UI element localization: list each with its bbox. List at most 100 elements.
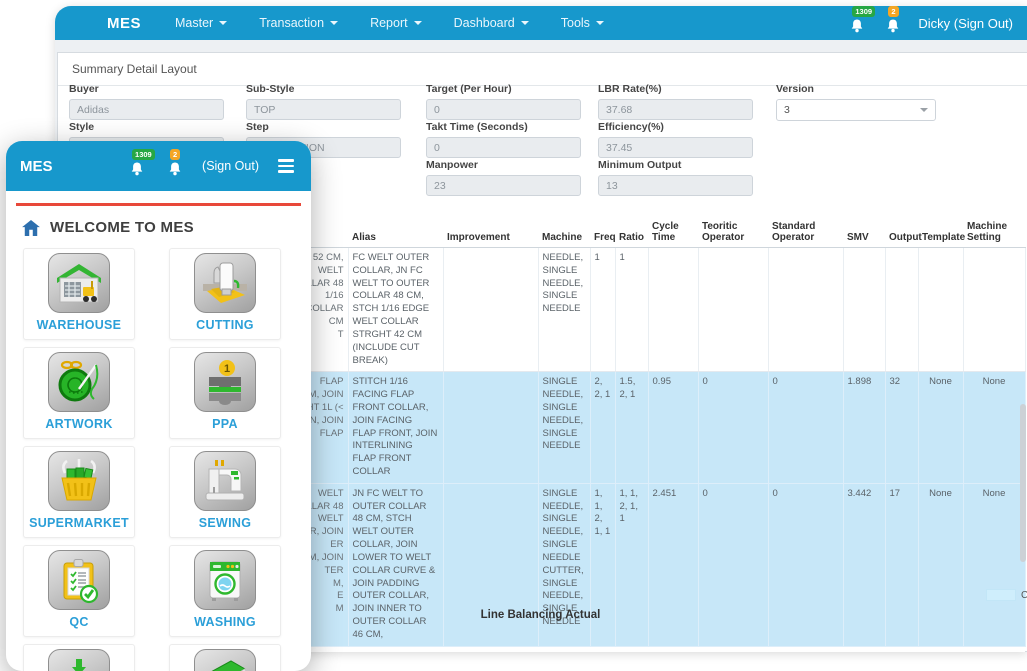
hamburger-menu-icon[interactable]: [275, 156, 297, 176]
tile-cutting[interactable]: CUTTING: [169, 248, 281, 340]
tile-partial-left[interactable]: [23, 644, 135, 671]
cell-empty: [885, 646, 918, 652]
cell-improvement: [443, 483, 539, 647]
overlay-notification-bell-1[interactable]: 1309: [126, 149, 155, 177]
cell-empty: [963, 646, 1025, 652]
table-row-highlighted[interactable]: WELT OLLAR 48 WELT AR, JOIN ER CM, JOIN …: [253, 483, 1026, 647]
cell-smv: 1.898: [843, 371, 886, 484]
minimum-output-label: Minimum Output: [598, 159, 682, 171]
version-label: Version: [776, 83, 814, 95]
cell-cycle-time: [648, 247, 699, 373]
cell-freq: 1, 1, 2, 1, 1: [590, 483, 616, 647]
welcome-header: WELCOME TO MES: [6, 206, 311, 246]
tile-supermarket[interactable]: SUPERMARKET: [23, 446, 135, 538]
operations-table: Alias Improvement Machine Freq Ratio Cyc…: [253, 217, 1026, 652]
cell-template: None: [918, 371, 964, 484]
cell-empty: [443, 646, 538, 652]
col-standard-operator: Standard Operator: [768, 217, 843, 248]
table-total-row: Total 34.080 0 0 39.757: [253, 646, 1025, 652]
cell-freq: 1: [590, 247, 616, 373]
nav-item-report[interactable]: Report: [358, 10, 434, 36]
cell-cycle-time: 2.451: [648, 483, 699, 647]
overlay-sign-out-link[interactable]: (Sign Out): [202, 159, 259, 173]
bell-icon: [888, 19, 899, 33]
legend-swatch: [986, 589, 1016, 601]
panel-title: Summary Detail Layout: [58, 53, 1027, 86]
manpower-input[interactable]: [426, 175, 581, 196]
tray-stack-icon: 1: [194, 352, 256, 412]
cell-ratio: 1: [615, 247, 649, 373]
cell-machine-setting: [963, 247, 1026, 373]
alert-count-badge: 2: [170, 149, 181, 160]
tile-qc[interactable]: QC: [23, 545, 135, 637]
user-sign-out-link[interactable]: Dicky (Sign Out): [918, 16, 1013, 31]
notification-bell-1[interactable]: 1309: [846, 6, 876, 34]
welcome-title: WELCOME TO MES: [50, 219, 194, 236]
tile-partial-right[interactable]: [169, 644, 281, 671]
tile-artwork[interactable]: ARTWORK: [23, 347, 135, 439]
home-icon: [22, 219, 40, 236]
col-improvement: Improvement: [443, 217, 538, 248]
efficiency-input[interactable]: [598, 137, 753, 158]
buyer-label: Buyer: [69, 83, 99, 95]
cell-empty: [918, 646, 963, 652]
lbr-rate-input[interactable]: [598, 99, 753, 120]
nav-item-label: Tools: [560, 16, 590, 30]
sub-style-input[interactable]: [246, 99, 401, 120]
cell-standard: [768, 247, 844, 373]
takt-time-input[interactable]: [426, 137, 581, 158]
cell-machine-setting: None: [963, 483, 1026, 647]
version-select[interactable]: 3: [776, 99, 936, 121]
cell-machine: NEEDLE, SINGLE NEEDLE, SINGLE NEEDLE: [538, 247, 591, 373]
nav-item-master[interactable]: Master: [163, 10, 239, 36]
tile-ppa[interactable]: 1 PPA: [169, 347, 281, 439]
cell-freq: 2, 2, 1: [590, 371, 616, 484]
nav-item-dashboard[interactable]: Dashboard: [442, 10, 541, 36]
nav-item-tools[interactable]: Tools: [549, 10, 616, 36]
buyer-input[interactable]: [69, 99, 224, 120]
module-tile-grid: WAREHOUSE CUTTING ARTWORK 1 PPA SUPERMAR…: [6, 246, 311, 671]
tile-sewing[interactable]: SEWING: [169, 446, 281, 538]
cell-ratio: 1, 1, 2, 1, 1: [615, 483, 649, 647]
tile-warehouse[interactable]: WAREHOUSE: [23, 248, 135, 340]
washing-machine-icon: [194, 550, 256, 610]
tile-washing[interactable]: WASHING: [169, 545, 281, 637]
tile-label: WASHING: [194, 615, 256, 629]
overlay-navbar: MES 1309 2 (Sign Out): [6, 141, 311, 191]
tile-label: SUPERMARKET: [29, 516, 129, 530]
legend-label: Chan: [1021, 589, 1027, 601]
chevron-down-icon: [520, 21, 529, 25]
field-version: Version 3: [776, 83, 936, 121]
total-teoritic: 0: [698, 646, 768, 652]
inbox-down-arrow-icon: [48, 649, 110, 671]
cell-empty: [615, 646, 648, 652]
col-cycle-time: Cycle Time: [648, 217, 698, 248]
tile-label: ARTWORK: [45, 417, 113, 431]
warehouse-icon: [48, 253, 110, 313]
nav-item-transaction[interactable]: Transaction: [247, 10, 350, 36]
chevron-down-icon: [330, 21, 339, 25]
cell-output: 17: [885, 483, 919, 647]
overlay-notification-bell-2[interactable]: 2: [164, 149, 186, 177]
cell-alias: STITCH 1/16 FACING FLAP FRONT COLLAR, JO…: [348, 371, 444, 484]
bell-icon: [852, 19, 863, 33]
notification-count-badge: 1309: [852, 6, 876, 17]
bell-icon: [169, 162, 181, 176]
field-sub-style: Sub-Style: [246, 83, 401, 120]
cell-teoritic: 0: [698, 371, 769, 484]
table-row-highlighted[interactable]: FLAP M, JOIN GHT 1L (< N, JOIN FLAP STIT…: [253, 371, 1026, 484]
sub-style-label: Sub-Style: [246, 83, 295, 95]
cell-cycle-time: 0.95: [648, 371, 699, 484]
cell-machine-setting: None: [963, 371, 1026, 484]
efficiency-label: Efficiency(%): [598, 121, 664, 133]
notification-bell-2[interactable]: 2: [882, 6, 904, 34]
field-minimum-output: Minimum Output: [598, 159, 753, 196]
minimum-output-input[interactable]: [598, 175, 753, 196]
cell-template: [918, 247, 964, 373]
table-row[interactable]: R 52 CM, WELT OLLAR 48 1/16 COLLAR CM T …: [253, 247, 1026, 373]
vertical-scrollbar[interactable]: [1020, 404, 1026, 562]
target-input[interactable]: [426, 99, 581, 120]
col-machine-setting: Machine Setting: [963, 217, 1025, 248]
nav-item-label: Transaction: [259, 16, 325, 30]
mobile-overlay-window: MES 1309 2 (Sign Out) WELCOME TO MES WAR…: [6, 141, 311, 671]
